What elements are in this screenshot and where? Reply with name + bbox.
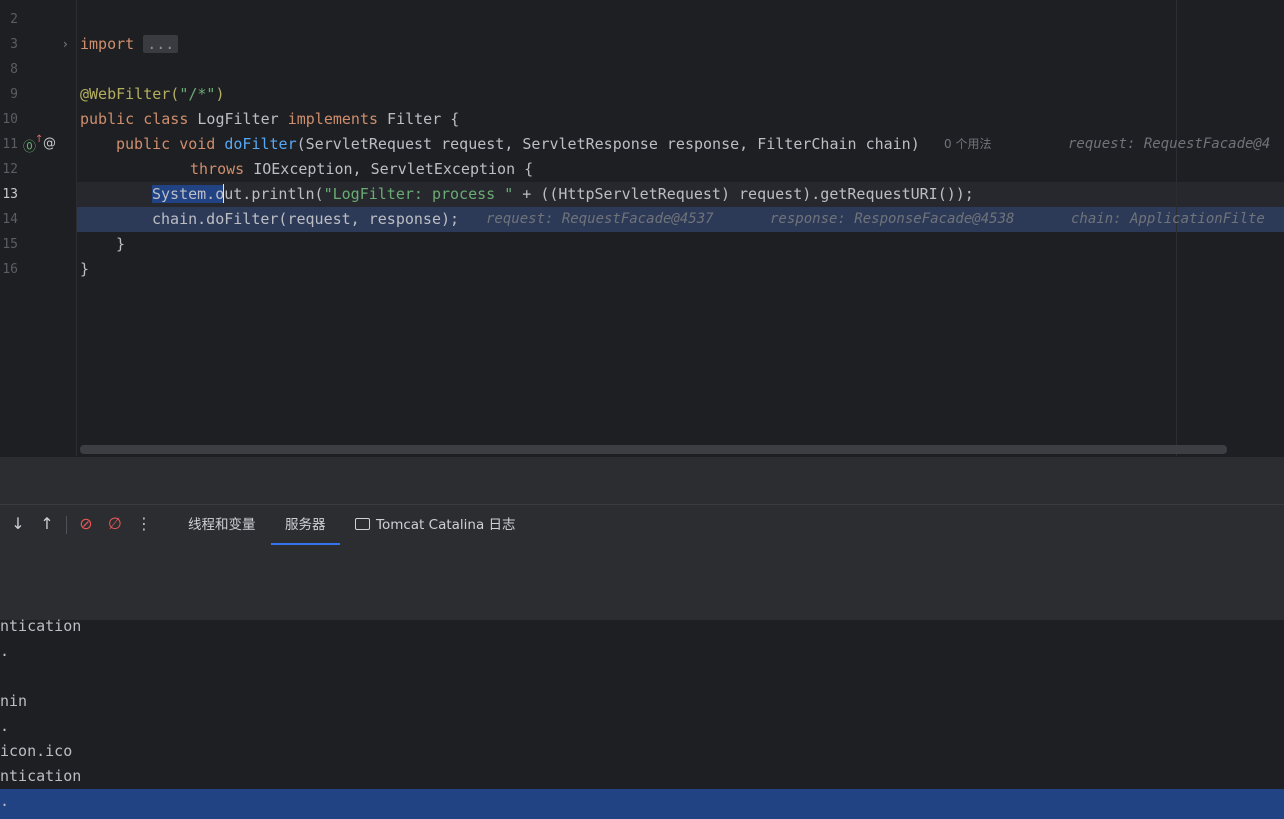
editor-gutter[interactable]: 2 3 8 9 10 11 12 13 14 15 16 › ⓪ ↑ @ — [0, 0, 77, 456]
line-number: 14 — [2, 212, 18, 227]
tab-threads-variables[interactable]: 线程和变量 — [188, 505, 256, 545]
debug-inline-value: request: RequestFacade@4537 — [486, 211, 714, 227]
mute-breakpoints-icon[interactable]: ∅ — [105, 514, 125, 533]
code-editor[interactable]: 2 3 8 9 10 11 12 13 14 15 16 › ⓪ ↑ @ imp… — [0, 0, 1284, 456]
keyword: implements — [287, 110, 379, 128]
keyword: import — [80, 35, 135, 53]
tab-label: Tomcat Catalina 日志 — [376, 517, 516, 533]
code-line-11[interactable]: public void doFilter(ServletRequest requ… — [116, 132, 920, 157]
folded-imports[interactable]: ... — [143, 35, 179, 53]
line-number: 3 — [10, 37, 18, 52]
log-line: ntication — [0, 617, 82, 635]
method-name: doFilter — [224, 135, 297, 153]
code-line-3[interactable]: import ... — [80, 32, 179, 57]
line-number: 16 — [2, 262, 18, 277]
line-number: 8 — [10, 62, 18, 77]
log-line: ntication — [0, 767, 82, 785]
panel-header-area — [0, 456, 1284, 505]
keyword: throws — [190, 160, 245, 178]
debug-inline-value: response: ResponseFacade@4538 — [770, 211, 1015, 227]
code-line-9[interactable]: @WebFilter("/*") — [80, 82, 225, 107]
string-literal: "LogFilter: process " — [323, 185, 514, 203]
download-icon[interactable]: ↓ — [8, 514, 28, 533]
line-number-current: 13 — [2, 187, 18, 202]
code-line-16[interactable]: } — [80, 257, 89, 282]
log-line: . — [0, 792, 10, 810]
keyword: public void — [116, 135, 216, 153]
line-number: 11 — [2, 137, 18, 152]
view-breakpoints-icon[interactable]: ⊘ — [76, 514, 96, 533]
code-line-14[interactable]: chain.doFilter(request, response); — [152, 207, 459, 232]
debug-inline-value: chain: ApplicationFilte — [1071, 211, 1265, 227]
line-number: 2 — [10, 12, 18, 27]
code-line-12[interactable]: throws IOException, ServletException { — [190, 157, 533, 182]
log-line: nin — [0, 692, 28, 710]
line-number: 12 — [2, 162, 18, 177]
code-text: IOException, ServletException { — [244, 160, 534, 178]
usage-count-hint[interactable]: 0 个用法 — [944, 132, 991, 157]
tab-tomcat-catalina-log[interactable]: Tomcat Catalina 日志 — [355, 505, 516, 545]
code-text: Filter { — [378, 110, 460, 128]
code-text: + ((HttpServletRequest) request).getRequ… — [513, 185, 974, 203]
class-name: LogFilter — [188, 110, 288, 128]
horizontal-scrollbar[interactable] — [80, 445, 1227, 454]
code-line-15[interactable]: } — [116, 232, 125, 257]
line-number: 15 — [2, 237, 18, 252]
debug-toolbar: ↓ ↑ ⊘ ∅ ⋮ 线程和变量 服务器 Tomcat Catalina 日志 — [0, 504, 1284, 546]
more-options-icon[interactable]: ⋮ — [134, 514, 154, 533]
code-line-10[interactable]: public class LogFilter implements Filter… — [80, 107, 459, 132]
selected-text: System.o — [152, 185, 225, 203]
toolbar-separator — [66, 516, 67, 534]
string-literal: "/*" — [179, 85, 216, 103]
terminal-icon — [355, 518, 370, 530]
fold-expand-icon[interactable]: › — [63, 37, 68, 51]
annotation: @WebFilter( — [80, 85, 180, 103]
upload-icon[interactable]: ↑ — [37, 514, 57, 533]
panel-blank-area — [0, 545, 1284, 620]
log-line: . — [0, 717, 10, 735]
annotation-close: ) — [215, 85, 225, 103]
line-number: 9 — [10, 87, 18, 102]
keyword: public class — [80, 110, 189, 128]
debug-inline-value: request: RequestFacade@4 — [1068, 136, 1271, 152]
log-line: . — [0, 642, 10, 660]
annotation-at-icon[interactable]: @ — [43, 136, 56, 151]
line-number: 10 — [2, 112, 18, 127]
code-text: (ServletRequest request, ServletResponse… — [296, 135, 920, 153]
code-text: chain.doFilter(request, response); — [152, 210, 460, 228]
log-line: icon.ico — [0, 742, 73, 760]
selected-log-line[interactable]: . — [0, 789, 1284, 819]
code-text: ut.println( — [224, 185, 324, 203]
code-line-13[interactable]: System.out.println("LogFilter: process "… — [152, 182, 974, 207]
tab-server[interactable]: 服务器 — [271, 505, 340, 545]
